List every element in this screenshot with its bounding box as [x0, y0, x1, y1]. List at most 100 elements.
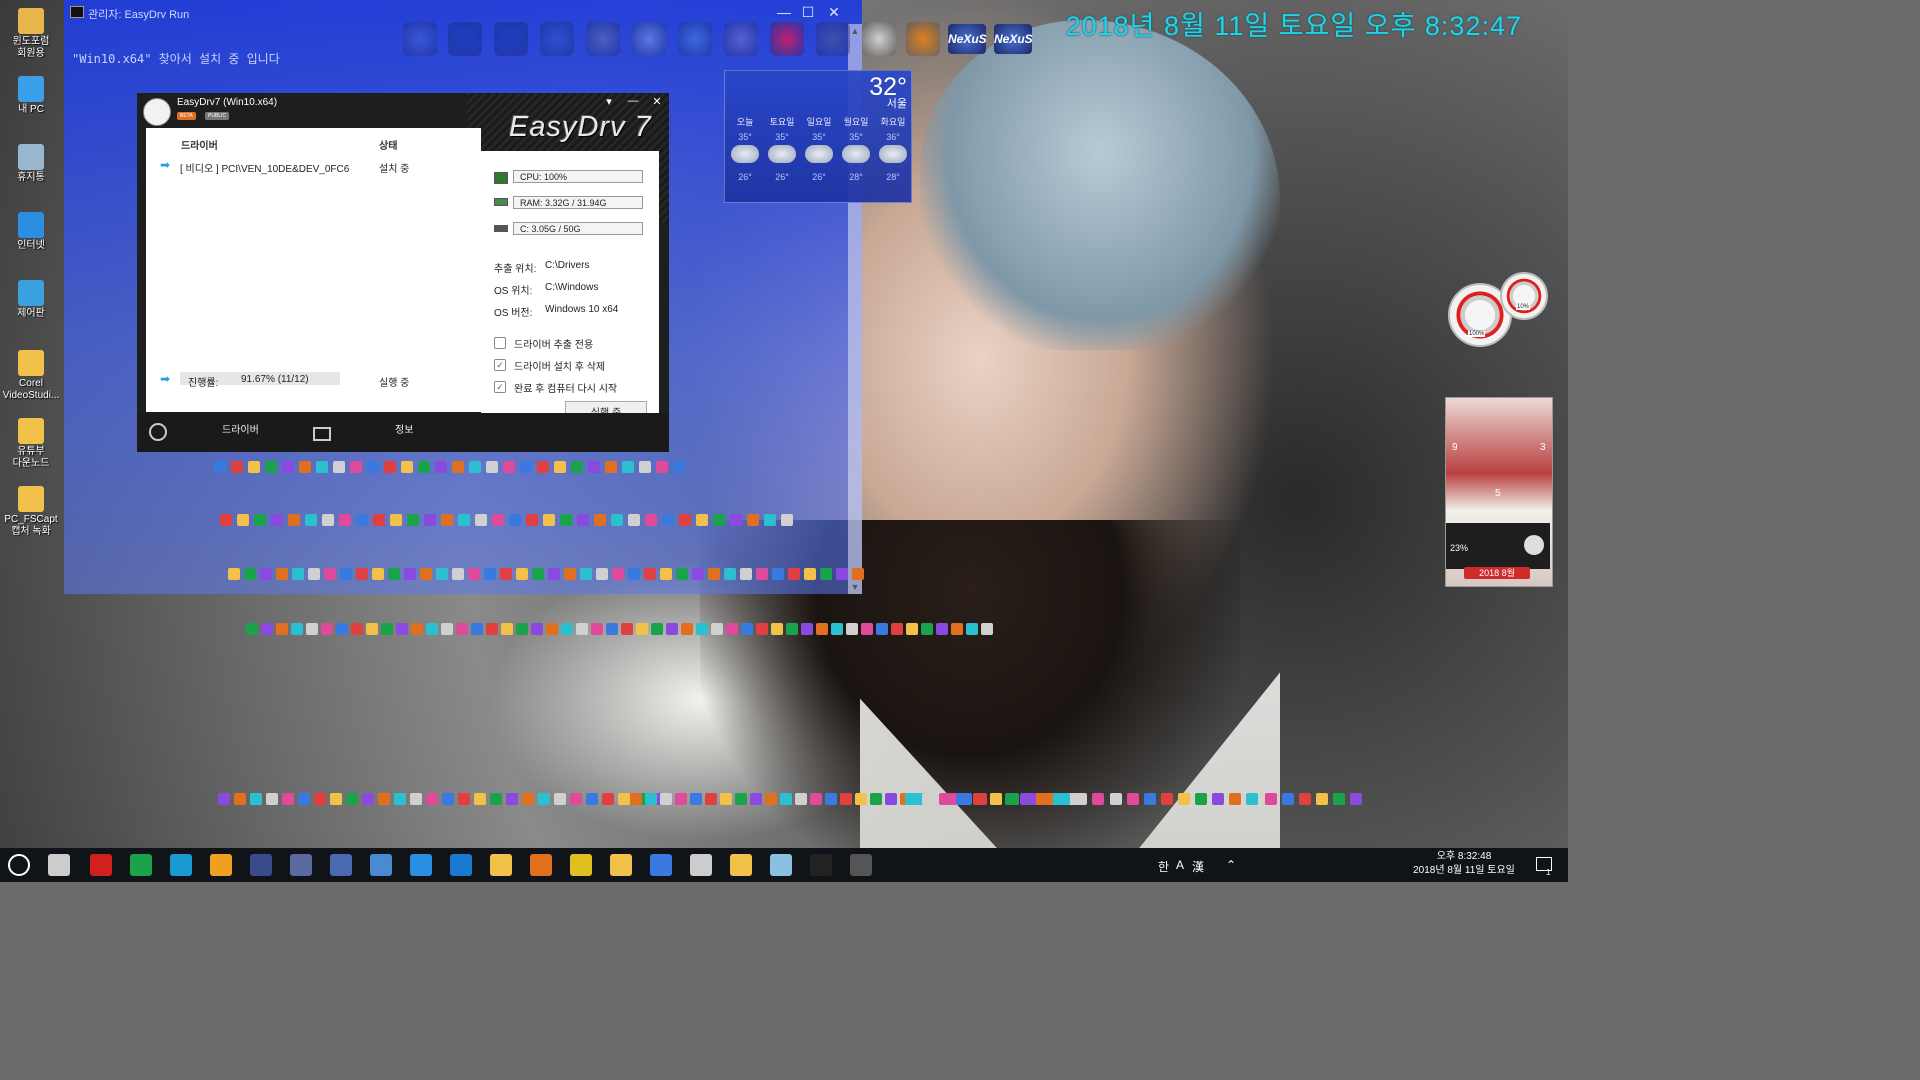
delete-after-checkbox[interactable]: ✓ [494, 359, 506, 371]
shortcut-icon[interactable] [458, 793, 470, 805]
shortcut-icon[interactable] [401, 461, 413, 473]
shortcut-icon[interactable] [366, 623, 378, 635]
shortcut-icon[interactable] [373, 514, 385, 526]
console-titlebar[interactable]: 관리자: EasyDrv Run — ☐ ✕ [64, 0, 862, 24]
shortcut-icon[interactable] [260, 568, 272, 580]
ime-alpha-indicator[interactable]: A [1176, 858, 1184, 872]
shortcut-icon[interactable] [424, 514, 436, 526]
desktop-icon-recycle-bin[interactable]: 휴지통 [0, 144, 62, 184]
console-app-icon[interactable] [810, 854, 832, 876]
shortcut-icon[interactable] [651, 623, 663, 635]
shortcut-icon[interactable] [492, 514, 504, 526]
explorer-app-icon[interactable] [490, 854, 512, 876]
shortcut-icon[interactable] [1350, 793, 1362, 805]
easydrv-minimize-button[interactable]: — [623, 95, 643, 107]
shortcut-icon[interactable] [452, 568, 464, 580]
shortcut-icon[interactable] [486, 461, 498, 473]
shortcut-icon[interactable] [336, 623, 348, 635]
shortcut-icon[interactable] [1333, 793, 1345, 805]
megaphone-icon[interactable] [724, 22, 758, 56]
shortcut-icon[interactable] [741, 623, 753, 635]
tab-driver[interactable]: 드라이버 [222, 421, 259, 436]
shortcut-icon[interactable] [870, 793, 882, 805]
shortcut-icon[interactable] [622, 461, 634, 473]
gear-icon[interactable] [149, 423, 167, 441]
shortcut-icon[interactable] [666, 623, 678, 635]
shortcut-icon[interactable] [990, 793, 1002, 805]
extract-only-checkbox[interactable] [494, 337, 506, 349]
shortcut-icon[interactable] [676, 568, 688, 580]
shortcut-icon[interactable] [855, 793, 867, 805]
shortcut-icon[interactable] [966, 623, 978, 635]
shortcut-icon[interactable] [1299, 793, 1311, 805]
shortcut-icon[interactable] [367, 461, 379, 473]
shortcut-icon[interactable] [548, 568, 560, 580]
shortcut-icon[interactable] [750, 793, 762, 805]
shortcut-icon[interactable] [662, 514, 674, 526]
speaker-icon[interactable] [586, 22, 620, 56]
ie-settings-icon[interactable] [403, 22, 437, 56]
shortcut-icon[interactable] [554, 461, 566, 473]
shortcut-icon[interactable] [861, 623, 873, 635]
shortcut-icon[interactable] [939, 793, 951, 805]
settings-app-icon[interactable] [330, 854, 352, 876]
shortcut-icon[interactable] [356, 568, 368, 580]
reboot-checkbox[interactable]: ✓ [494, 381, 506, 393]
shortcut-icon[interactable] [442, 793, 454, 805]
shortcut-icon[interactable] [292, 568, 304, 580]
easydrv-close-button[interactable]: ✕ [647, 95, 667, 108]
shortcut-icon[interactable] [885, 793, 897, 805]
shortcut-icon[interactable] [1058, 793, 1070, 805]
reboot-label[interactable]: 완료 후 컴퓨터 다시 시작 [514, 380, 617, 395]
shortcut-icon[interactable] [788, 568, 800, 580]
shortcut-icon[interactable] [356, 514, 368, 526]
shortcut-icon[interactable] [282, 461, 294, 473]
shortcut-icon[interactable] [639, 461, 651, 473]
shortcut-icon[interactable] [324, 568, 336, 580]
shortcut-icon[interactable] [333, 461, 345, 473]
control-app-icon[interactable] [370, 854, 392, 876]
desktop-icon-my-pc[interactable]: 내 PC [0, 76, 62, 116]
shortcut-icon[interactable] [876, 623, 888, 635]
shortcut-icon[interactable] [1075, 793, 1087, 805]
shortcut-icon[interactable] [261, 623, 273, 635]
shortcut-icon[interactable] [372, 568, 384, 580]
easydrv-window[interactable]: EasyDrv7 (Win10.x64) BETA PUBLIC ▾ — ✕ E… [137, 93, 669, 452]
shortcut-icon[interactable] [594, 514, 606, 526]
weather-gadget[interactable]: 32° 서울 오늘 35° 26° 토요일 35° 26° 일요일 35° 26° 월요일 3… [724, 70, 912, 203]
shortcut-icon[interactable] [560, 514, 572, 526]
shortcut-icon[interactable] [673, 461, 685, 473]
shortcut-icon[interactable] [543, 514, 555, 526]
shortcut-icon[interactable] [441, 623, 453, 635]
shortcut-icon[interactable] [516, 568, 528, 580]
shortcut-icon[interactable] [394, 793, 406, 805]
shortcut-icon[interactable] [218, 793, 230, 805]
shortcut-icon[interactable] [905, 793, 917, 805]
shortcut-icon[interactable] [730, 514, 742, 526]
trash-icon[interactable] [632, 22, 666, 56]
ie-app-icon[interactable] [410, 854, 432, 876]
shortcut-icon[interactable] [350, 461, 362, 473]
shortcut-icon[interactable] [795, 793, 807, 805]
shortcut-icon[interactable] [591, 623, 603, 635]
shortcut-icon[interactable] [407, 514, 419, 526]
shortcut-icon[interactable] [656, 461, 668, 473]
shortcut-icon[interactable] [532, 568, 544, 580]
shortcut-icon[interactable] [735, 793, 747, 805]
shortcut-icon[interactable] [756, 568, 768, 580]
shortcut-icon[interactable] [772, 568, 784, 580]
shortcut-icon[interactable] [490, 793, 502, 805]
shortcut-icon[interactable] [771, 623, 783, 635]
shortcut-icon[interactable] [426, 623, 438, 635]
shortcut-icon[interactable] [1265, 793, 1277, 805]
desktop-icon-youtube-download[interactable]: 유튜부 다운노드 [0, 418, 62, 470]
shortcut-icon[interactable] [696, 623, 708, 635]
shortcut-icon[interactable] [846, 623, 858, 635]
shortcut-icon[interactable] [308, 568, 320, 580]
power-app-icon[interactable] [90, 854, 112, 876]
shortcut-icon[interactable] [825, 793, 837, 805]
shortcut-icon[interactable] [692, 568, 704, 580]
shortcut-icon[interactable] [780, 793, 792, 805]
shortcut-icon[interactable] [458, 514, 470, 526]
folder-app-icon[interactable] [290, 854, 312, 876]
